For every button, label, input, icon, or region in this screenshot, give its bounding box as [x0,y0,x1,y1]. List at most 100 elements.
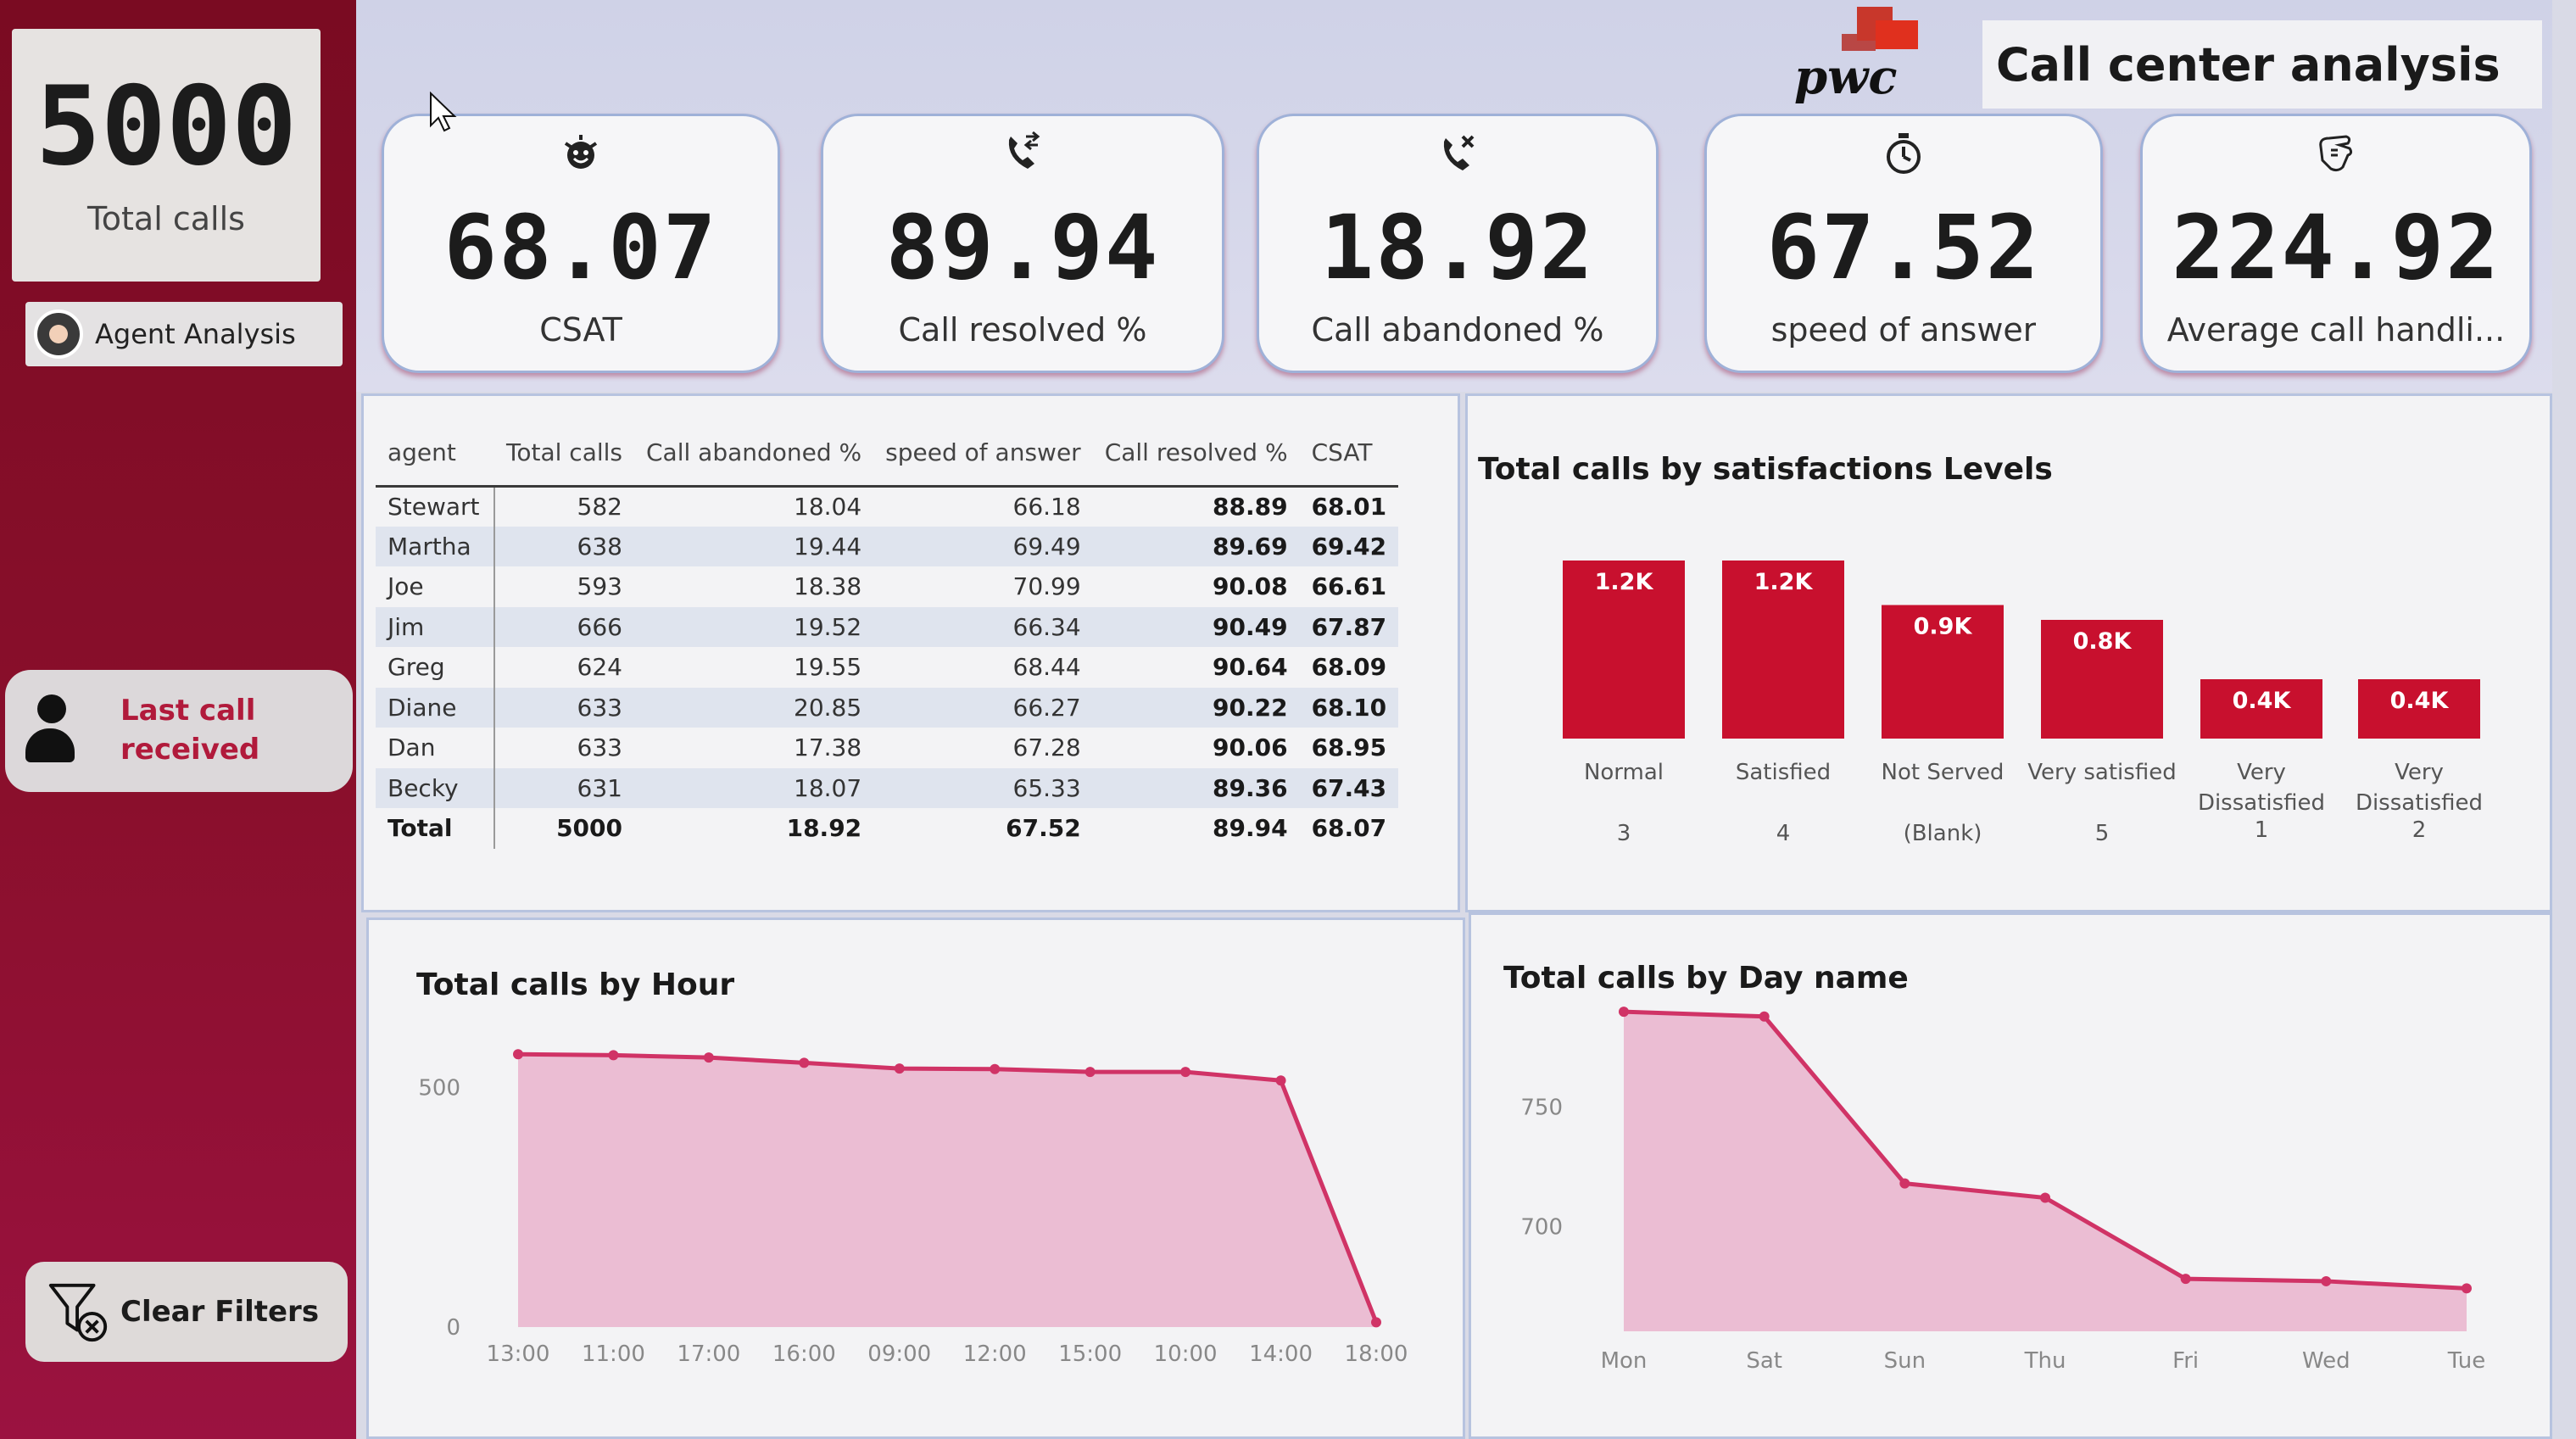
agent-table-panel: agent Total calls Call abandoned % speed… [361,393,1460,912]
data-point[interactable] [799,1057,810,1068]
kpi-call-abandoned-label: Call abandoned % [1311,311,1604,349]
column-header-speed-of-answer[interactable]: speed of answer [873,420,1093,488]
y-tick-label: 500 [418,1076,460,1102]
agent-name-cell: Stewart [376,486,495,527]
table-cell: 90.08 [1212,572,1288,601]
bar-data-label: 0.4K [2233,688,2292,714]
kpi-card-average-call-handling[interactable]: 224.92 Average call handli... [2140,114,2532,373]
kpi-speed-of-answer-value: 67.52 [1766,196,2041,299]
data-point[interactable] [1619,1007,1629,1018]
data-point[interactable] [2462,1283,2472,1294]
kpi-card-call-abandoned[interactable]: 18.92 Call abandoned % [1257,114,1659,373]
table-cell: 88.89 [1212,493,1288,521]
table-row[interactable]: Becky 631 18.07 65.33 89.36 67.43 [376,767,1399,808]
data-point[interactable] [608,1050,619,1061]
table-cell: 20.85 [634,687,874,728]
table-cell: 18.07 [634,767,874,808]
column-header-csat[interactable]: CSAT [1299,420,1399,488]
kpi-speed-of-answer-label: speed of answer [1770,311,2037,349]
x-tick-label: Fri [2172,1348,2199,1374]
kpi-call-abandoned-value: 18.92 [1320,196,1595,299]
kpi-card-call-resolved[interactable]: 89.94 Call resolved % [821,114,1224,373]
day-area-chart: Mon Sat Sun Thu Fri Wed Tue 700 750 [1520,1007,2485,1374]
hand-icon [2319,135,2353,172]
bar-data-label: 1.2K [1754,569,1814,595]
column-header-agent[interactable]: agent [376,420,494,488]
table-cell: 68.01 [1311,493,1387,521]
table-row[interactable]: Jim 666 19.52 66.34 90.49 67.87 [376,606,1399,647]
phone-transfer-icon [1008,131,1040,169]
last-call-label-2: received [120,733,260,767]
table-cell: 18.92 [786,814,862,843]
total-calls-card[interactable]: 5000 Total calls [12,29,321,282]
data-point[interactable] [894,1063,905,1074]
data-point[interactable] [2180,1274,2191,1285]
table-row[interactable]: Diane 633 20.85 66.27 90.22 68.10 [376,687,1399,728]
table-cell: 89.36 [1092,767,1300,808]
table-row[interactable]: Dan 633 17.38 67.28 90.06 68.95 [376,728,1398,768]
clear-filter-icon [48,1283,108,1342]
data-point[interactable] [2321,1275,2332,1286]
clear-filters-button[interactable]: Clear Filters [25,1262,348,1362]
kpi-card-speed-of-answer[interactable]: 67.52 speed of answer [1704,114,2103,373]
table-cell: 633 [577,733,622,762]
data-point[interactable] [703,1052,714,1063]
table-cell: 19.44 [634,526,874,566]
agent-analysis-button[interactable]: Agent Analysis [25,302,343,366]
table-cell: 67.43 [1299,767,1399,808]
table-cell: 18.04 [794,493,862,521]
table-cell: 582 [577,493,622,521]
table-cell: 66.61 [1311,572,1387,601]
x-tick-label: 09:00 [867,1341,931,1367]
agent-name-cell: Martha [376,526,495,566]
data-point[interactable] [1275,1075,1286,1086]
x-tick-label: Mon [1601,1348,1648,1374]
table-row[interactable]: Greg 624 19.55 68.44 90.64 68.09 [376,647,1398,688]
data-point[interactable] [513,1049,523,1060]
table-row[interactable]: Joe 593 18.38 70.99 90.08 66.61 [376,566,1398,607]
agent-name-cell: Joe [376,566,495,607]
x-tick-label: 16:00 [772,1341,836,1367]
data-point[interactable] [1371,1317,1381,1328]
sidebar: 5000 Total calls Agent Analysis Last cal… [0,0,356,1439]
last-call-received-button[interactable]: Last call received [5,670,353,792]
agent-name-cell: Greg [376,647,495,688]
table-cell: 90.64 [1212,653,1288,682]
data-point[interactable] [2040,1192,2050,1203]
table-cell: 90.22 [1092,687,1300,728]
table-cell: 19.55 [794,653,862,682]
x-tick-label: Wed [2302,1348,2350,1374]
x-tick-label: Thu [2024,1348,2066,1374]
bar-sub-label: 3 [1617,821,1631,846]
y-tick-label: 0 [446,1315,460,1341]
column-header-call-resolved[interactable]: Call resolved % [1092,420,1300,488]
area-fill [518,1054,1376,1327]
bar-data-label: 0.4K [2390,688,2450,714]
table-cell: 65.33 [873,767,1093,808]
mouse-cursor-icon [430,92,457,132]
data-point[interactable] [990,1063,1001,1074]
table-cell: 624 [577,653,622,682]
kpi-average-call-handling-value: 224.92 [2172,196,2501,299]
clear-filters-label: Clear Filters [120,1295,320,1329]
column-header-call-abandoned[interactable]: Call abandoned % [634,420,874,488]
data-point[interactable] [1084,1067,1096,1078]
agent-name-cell: Total [376,808,495,849]
table-row[interactable]: Stewart 582 18.04 66.18 88.89 68.01 [376,486,1398,527]
table-cell: 89.94 [1212,814,1288,843]
table-row[interactable]: Martha 638 19.44 69.49 89.69 69.42 [376,526,1399,566]
data-point[interactable] [1759,1011,1770,1022]
kpi-card-csat[interactable]: 68.07 CSAT [382,114,780,373]
table-cell: 67.87 [1299,606,1399,647]
x-tick-label: 14:00 [1249,1341,1313,1367]
column-header-total-calls[interactable]: Total calls [494,420,634,488]
data-point[interactable] [1180,1067,1191,1078]
stopwatch-icon [1887,133,1921,174]
table-total-row[interactable]: Total 5000 18.92 67.52 89.94 68.07 [376,808,1398,849]
logo-text: pwc [1794,49,1898,105]
data-point[interactable] [1899,1178,1910,1189]
table-cell: 593 [577,572,622,601]
smiley-face-icon [564,135,598,169]
agent-name-cell: Dan [376,728,495,768]
table-cell: 68.44 [1012,653,1081,682]
